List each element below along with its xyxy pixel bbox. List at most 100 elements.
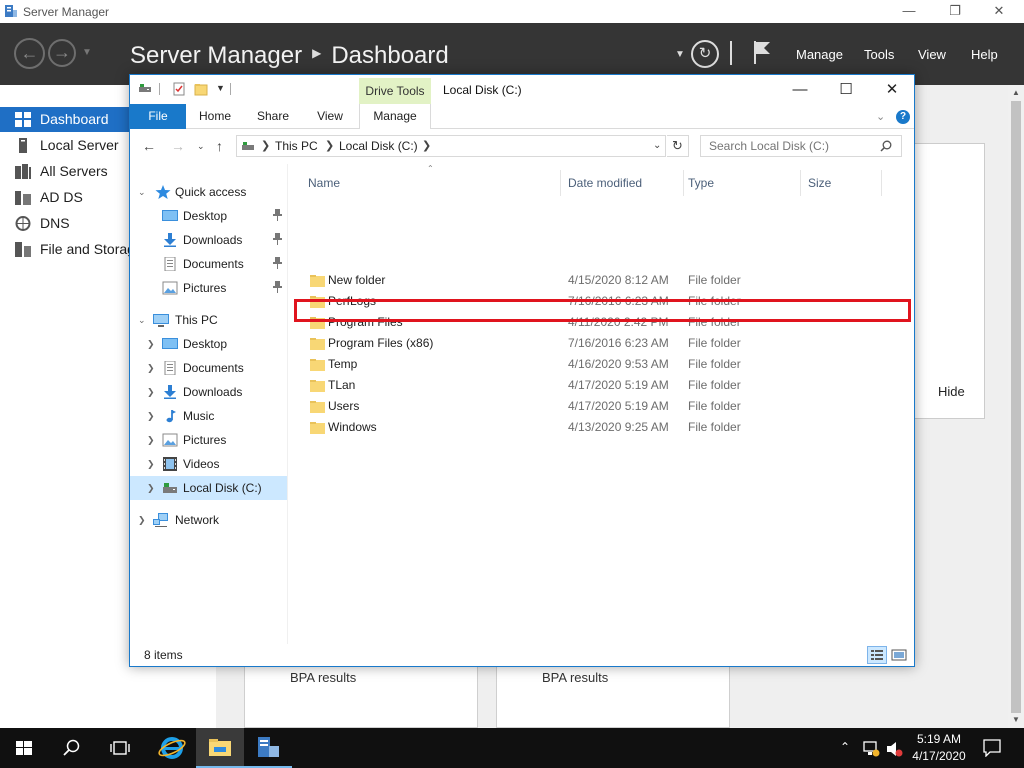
properties-icon[interactable]: [172, 82, 186, 96]
server-manager-scrollbar[interactable]: ▲ ▼: [1008, 85, 1024, 728]
nav-quick-pictures[interactable]: Pictures: [130, 276, 287, 300]
expand-chevron-icon[interactable]: ❯: [147, 380, 155, 404]
task-view-button[interactable]: [96, 728, 144, 768]
action-center-icon[interactable]: [983, 739, 1001, 757]
help-icon[interactable]: ?: [896, 110, 910, 124]
explorer-maximize-button[interactable]: ☐: [823, 75, 869, 104]
search-input[interactable]: [700, 135, 902, 157]
tab-share[interactable]: Share: [246, 104, 300, 129]
expand-ribbon-chevron-icon[interactable]: ⌄: [876, 110, 885, 123]
table-row[interactable]: TLan 4/17/2020 5:19 AM File folder: [295, 375, 895, 396]
nav-this-pc[interactable]: ⌄ This PC: [130, 308, 287, 332]
tab-view[interactable]: View: [304, 104, 356, 129]
address-segment-this-pc[interactable]: This PC: [275, 139, 318, 153]
bpa-results-link[interactable]: BPA results: [290, 670, 356, 685]
explorer-close-button[interactable]: ✕: [869, 75, 915, 104]
explorer-minimize-button[interactable]: —: [777, 75, 823, 104]
header-dropdown-icon[interactable]: ▼: [675, 49, 685, 60]
tab-file[interactable]: File: [130, 104, 186, 129]
search-icon[interactable]: [880, 140, 892, 152]
back-arrow-icon[interactable]: ←: [142, 138, 156, 154]
scroll-up-icon[interactable]: ▲: [1008, 85, 1024, 101]
network-status-icon[interactable]: [862, 741, 880, 757]
address-bar[interactable]: ❯ This PC ❯ Local Disk (C:) ❯ ⌄: [236, 135, 666, 157]
recent-locations-dropdown-icon[interactable]: ⌄: [197, 141, 205, 152]
large-icons-view-button[interactable]: [889, 646, 909, 664]
nav-pc-desktop[interactable]: ❯ Desktop: [130, 332, 287, 356]
breadcrumb-arrow-icon[interactable]: ❯: [422, 139, 431, 152]
nav-pc-pictures[interactable]: ❯ Pictures: [130, 428, 287, 452]
table-row[interactable]: Temp 4/16/2020 9:53 AM File folder: [295, 354, 895, 375]
sm-close-button[interactable]: ✕: [976, 0, 1022, 23]
nav-pc-videos[interactable]: ❯ Videos: [130, 452, 287, 476]
menu-help[interactable]: Help: [971, 47, 998, 62]
address-segment-local-disk[interactable]: Local Disk (C:): [339, 139, 418, 153]
menu-view[interactable]: View: [918, 47, 946, 62]
column-header-type[interactable]: Type: [684, 170, 801, 196]
sm-restore-button[interactable]: ❐: [932, 0, 978, 23]
nav-quick-access[interactable]: ⌄ Quick access: [130, 180, 287, 204]
pin-icon[interactable]: [273, 209, 282, 221]
breadcrumb-arrow-icon[interactable]: ❯: [325, 139, 334, 152]
nav-network[interactable]: ❯ Network: [130, 508, 287, 532]
notifications-flag-icon[interactable]: [752, 39, 772, 65]
nav-pc-documents[interactable]: ❯ Documents: [130, 356, 287, 380]
history-dropdown-icon[interactable]: ▼: [82, 47, 92, 58]
breadcrumb-root[interactable]: Server Manager: [130, 42, 302, 69]
menu-tools[interactable]: Tools: [864, 47, 894, 62]
table-row[interactable]: Windows 4/13/2020 9:25 AM File folder: [295, 417, 895, 438]
nav-pc-downloads[interactable]: ❯ Downloads: [130, 380, 287, 404]
expand-chevron-icon[interactable]: ❯: [147, 476, 155, 500]
expand-chevron-icon[interactable]: ❯: [147, 356, 155, 380]
table-row[interactable]: Program Files (x86) 7/16/2016 6:23 AM Fi…: [295, 333, 895, 354]
details-view-button[interactable]: [867, 646, 887, 664]
expand-chevron-icon[interactable]: ❯: [147, 428, 155, 452]
expand-chevron-icon[interactable]: ❯: [138, 508, 146, 532]
drive-icon[interactable]: [138, 82, 152, 96]
nav-quick-documents[interactable]: Documents: [130, 252, 287, 276]
nav-quick-downloads[interactable]: Downloads: [130, 228, 287, 252]
expand-chevron-icon[interactable]: ❯: [147, 332, 155, 356]
forward-arrow-icon[interactable]: →: [48, 39, 76, 67]
tab-manage[interactable]: Manage: [359, 104, 431, 129]
nav-quick-desktop[interactable]: Desktop: [130, 204, 287, 228]
sm-minimize-button[interactable]: —: [886, 0, 932, 23]
start-button[interactable]: [0, 728, 48, 768]
menu-manage[interactable]: Manage: [796, 47, 843, 62]
up-arrow-icon[interactable]: ↑: [216, 138, 223, 154]
pin-icon[interactable]: [273, 233, 282, 245]
collapse-chevron-icon[interactable]: ⌄: [138, 180, 146, 204]
hide-welcome-link[interactable]: Hide: [938, 384, 965, 399]
nav-pc-music[interactable]: ❯ Music: [130, 404, 287, 428]
volume-muted-icon[interactable]: [886, 741, 904, 757]
show-hidden-icons-chevron-icon[interactable]: ⌃: [840, 740, 850, 754]
address-dropdown-icon[interactable]: ⌄: [653, 140, 661, 151]
internet-explorer-button[interactable]: [148, 728, 196, 768]
scroll-down-icon[interactable]: ▼: [1008, 712, 1024, 728]
collapse-chevron-icon[interactable]: ⌄: [138, 308, 146, 332]
pin-icon[interactable]: [273, 257, 282, 269]
taskbar-clock[interactable]: 5:19 AM 4/17/2020: [906, 731, 972, 765]
expand-chevron-icon[interactable]: ❯: [147, 452, 155, 476]
refresh-icon[interactable]: ↻: [691, 40, 719, 68]
new-folder-icon[interactable]: [194, 82, 208, 96]
refresh-icon[interactable]: ↻: [667, 135, 689, 157]
quick-access-toolbar-dropdown-icon[interactable]: ▼: [216, 83, 225, 93]
tab-home[interactable]: Home: [188, 104, 242, 129]
column-header-date-modified[interactable]: Date modified: [564, 170, 684, 196]
expand-chevron-icon[interactable]: ❯: [147, 404, 155, 428]
column-header-size[interactable]: Size: [804, 170, 882, 196]
breadcrumb-arrow-icon[interactable]: ❯: [261, 139, 270, 152]
column-header-name[interactable]: Name: [304, 170, 561, 196]
bpa-results-link[interactable]: BPA results: [542, 670, 608, 685]
search-button[interactable]: [48, 728, 96, 768]
pin-icon[interactable]: [273, 281, 282, 293]
table-row[interactable]: Users 4/17/2020 5:19 AM File folder: [295, 396, 895, 417]
back-arrow-icon[interactable]: ←: [14, 38, 45, 69]
server-manager-taskbar-button[interactable]: [244, 728, 292, 768]
file-explorer-taskbar-button[interactable]: [196, 728, 244, 768]
forward-arrow-icon[interactable]: →: [171, 138, 185, 154]
nav-pc-local-disk[interactable]: ❯ Local Disk (C:): [130, 476, 287, 500]
table-row[interactable]: New folder 4/15/2020 8:12 AM File folder: [295, 270, 895, 291]
scrollbar-thumb[interactable]: [1011, 101, 1021, 713]
